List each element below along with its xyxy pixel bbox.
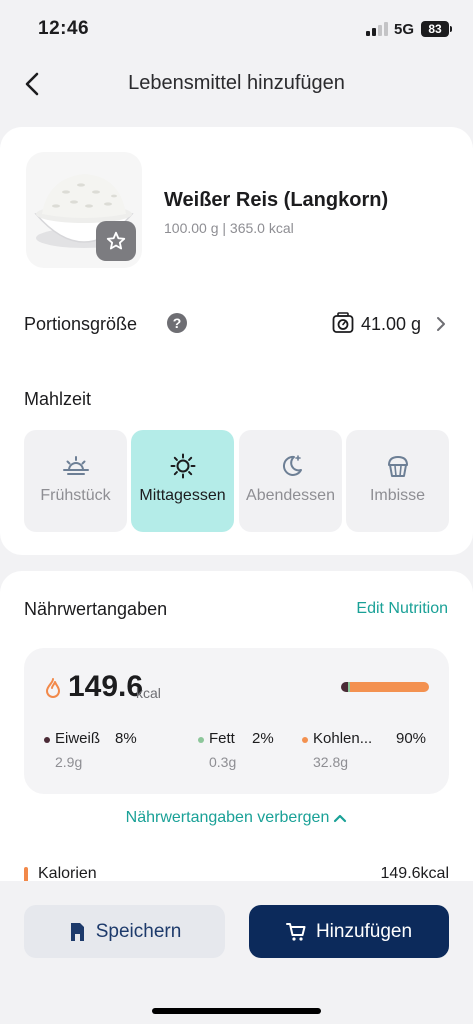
macro-name: Fett (209, 730, 235, 747)
macro-percent: 2% (252, 730, 274, 747)
macro-percent: 90% (396, 730, 427, 747)
favorite-button[interactable] (96, 221, 136, 261)
save-label: Speichern (95, 920, 182, 942)
food-serving-info: 100.00 g | 365.0 kcal (164, 220, 294, 236)
macro-grams: 0.3g (209, 754, 237, 770)
meal-option-label: Imbisse (369, 487, 426, 504)
fat-dot (198, 737, 204, 743)
nutrition-card: Nährwertangaben Edit Nutrition 149.6 kca… (0, 571, 473, 881)
moon-icon (282, 455, 302, 476)
calories-label: Kalorien (38, 865, 97, 881)
macro-bar-segment (341, 682, 349, 692)
chevron-right-icon (437, 317, 445, 331)
flame-icon (46, 678, 60, 698)
portion-size-row[interactable]: Portionsgröße ? 41.00 g (24, 307, 449, 341)
meal-option-label: Abendessen (246, 487, 335, 504)
sun-icon (170, 453, 196, 479)
nutrition-title: Nährwertangaben (24, 599, 168, 619)
hide-nutrition-toggle[interactable]: Nährwertangaben verbergen (0, 809, 473, 827)
macro-name: Eiweiß (55, 730, 101, 747)
protein-dot (44, 737, 50, 743)
macro-name: Kohlen... (313, 730, 373, 747)
calories-row: Kalorien 149.6kcal (24, 865, 449, 881)
hide-nutrition-label: Nährwertangaben verbergen (125, 809, 330, 826)
star-icon (106, 231, 126, 250)
edit-nutrition-link[interactable]: Edit Nutrition (356, 600, 448, 618)
meal-option-abendessen[interactable]: Abendessen (239, 430, 342, 532)
kcal-value: 149.6 (68, 670, 144, 703)
nutrition-summary: 149.6 kcal Eiweiß 8% 2.9g Fett 2% 0.3g K… (24, 648, 449, 794)
home-indicator (152, 1008, 321, 1014)
meal-label: Mahlzeit (24, 389, 92, 409)
portion-size-label: Portionsgröße (24, 314, 138, 334)
cart-icon (285, 922, 306, 941)
add-button[interactable]: Hinzufügen (249, 905, 449, 958)
food-card: Weißer Reis (Langkorn) 100.00 g | 365.0 … (0, 127, 473, 555)
macro-bar-segment (349, 682, 429, 692)
chevron-up-icon (334, 814, 347, 822)
network-type: 5G (394, 21, 415, 38)
meal-option-label: Mittagessen (139, 487, 226, 504)
signal-icon (366, 22, 388, 36)
sunrise-icon (63, 456, 89, 475)
carbs-dot (302, 737, 308, 743)
meal-option-imbisse[interactable]: Imbisse (346, 430, 449, 532)
calories-marker (24, 867, 28, 881)
scale-icon (332, 312, 354, 333)
battery-icon: 83 (421, 21, 452, 37)
page-title: Lebensmittel hinzufügen (128, 72, 345, 94)
add-label: Hinzufügen (315, 920, 413, 942)
macro-distribution-bar (341, 682, 429, 692)
help-icon[interactable]: ? (167, 313, 187, 333)
macro-percent: 8% (115, 730, 137, 747)
bookmark-icon (70, 922, 84, 941)
food-name: Weißer Reis (Langkorn) (164, 189, 389, 211)
bottom-action-bar: Speichern Hinzufügen (0, 881, 473, 1024)
meal-option-fruehstueck[interactable]: Frühstück (24, 430, 127, 532)
meal-option-mittagessen[interactable]: Mittagessen (131, 430, 234, 532)
status-bar: 12:46 5G 83 (0, 0, 473, 54)
meal-selector: Frühstück Mittagessen Abendessen Imbisse (24, 430, 449, 532)
calories-value: 149.6kcal (380, 865, 450, 881)
portion-size-value: 41.00 g (361, 314, 422, 334)
save-button[interactable]: Speichern (24, 905, 225, 958)
macro-grams: 2.9g (55, 754, 83, 770)
status-time: 12:46 (38, 18, 90, 39)
kcal-unit: kcal (136, 685, 161, 701)
nav-header: Lebensmittel hinzufügen (0, 60, 473, 108)
muffin-icon (388, 456, 408, 477)
meal-option-label: Frühstück (40, 487, 111, 504)
macro-grams: 32.8g (313, 754, 349, 770)
